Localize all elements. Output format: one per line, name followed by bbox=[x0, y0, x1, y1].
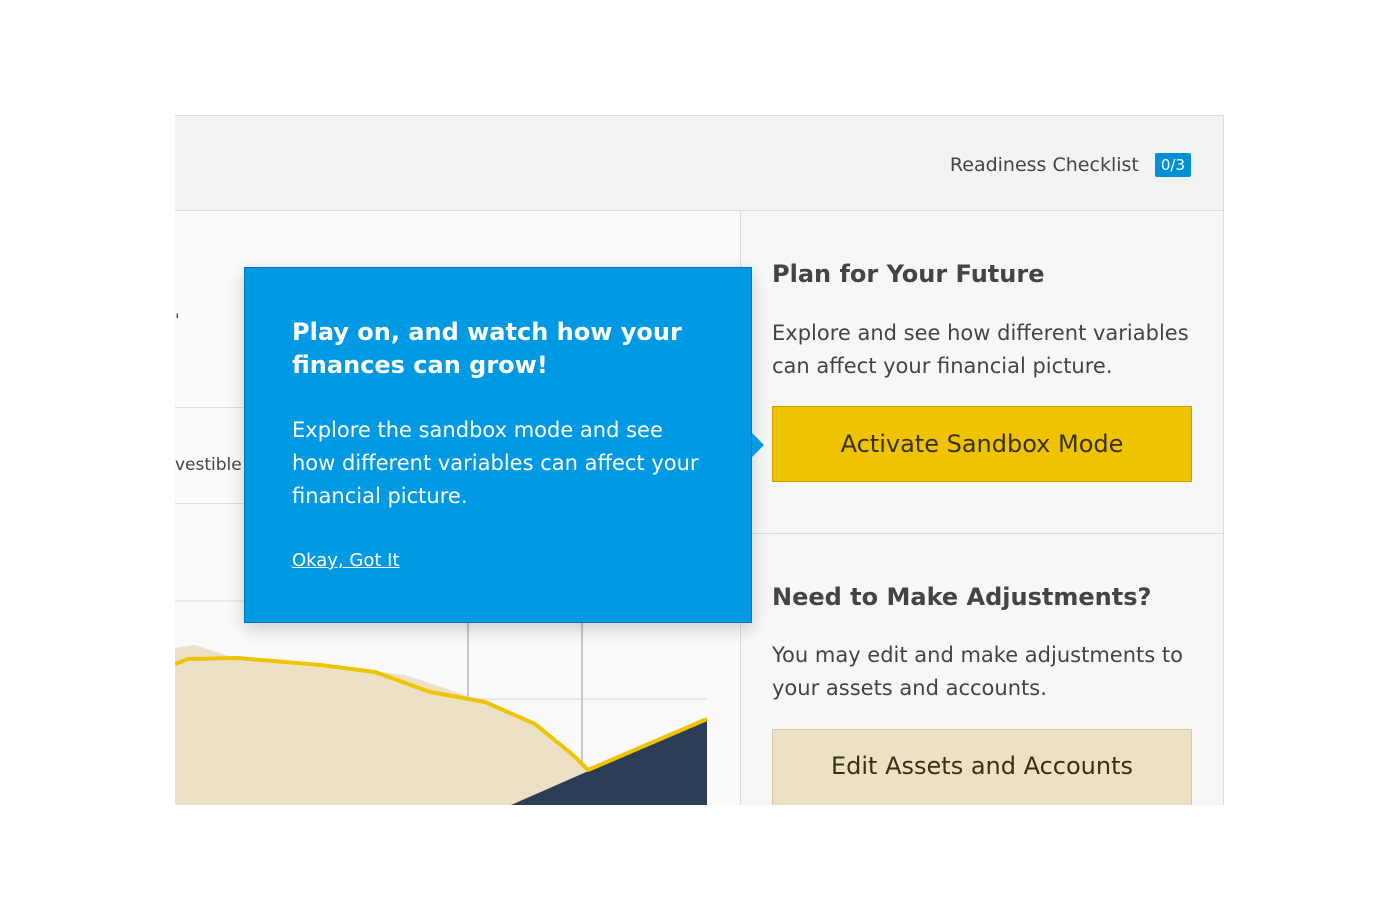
sidebar-panel: Plan for Your Future Explore and see how… bbox=[741, 211, 1224, 805]
activate-sandbox-label: Activate Sandbox Mode bbox=[840, 430, 1124, 458]
plan-section-text: Explore and see how different variables … bbox=[772, 321, 1189, 378]
edit-assets-button[interactable]: Edit Assets and Accounts bbox=[772, 729, 1192, 805]
tooltip-pointer bbox=[752, 433, 764, 457]
tooltip-title: Play on, and watch how your finances can… bbox=[292, 318, 682, 379]
header-bar: Readiness Checklist 0/3 bbox=[175, 115, 1224, 211]
activate-sandbox-button[interactable]: Activate Sandbox Mode bbox=[772, 406, 1192, 482]
checklist-label[interactable]: Readiness Checklist bbox=[950, 154, 1139, 176]
dismiss-tooltip-link[interactable]: Okay, Got It bbox=[292, 550, 400, 571]
onboarding-tooltip: Play on, and watch how your finances can… bbox=[244, 267, 752, 623]
adjust-section-title: Need to Make Adjustments? bbox=[772, 583, 1152, 611]
checklist-count-badge[interactable]: 0/3 bbox=[1154, 153, 1191, 177]
readiness-checklist[interactable]: Readiness Checklist 0/3 bbox=[950, 153, 1191, 177]
adjust-section-text: You may edit and make adjustments to you… bbox=[772, 643, 1183, 700]
plan-section-title: Plan for Your Future bbox=[772, 260, 1045, 288]
edit-assets-label: Edit Assets and Accounts bbox=[830, 752, 1134, 780]
section-divider bbox=[741, 533, 1224, 534]
tooltip-text: Explore the sandbox mode and see how dif… bbox=[292, 418, 699, 508]
